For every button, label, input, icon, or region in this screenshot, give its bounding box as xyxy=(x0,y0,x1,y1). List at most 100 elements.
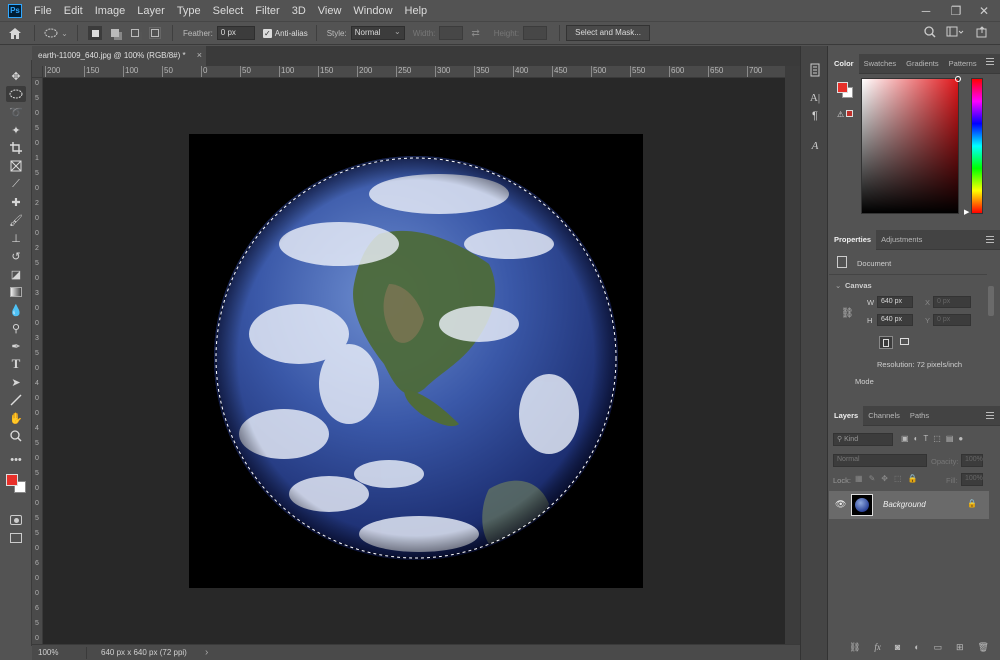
screen-mode[interactable] xyxy=(6,530,26,546)
canvas-collapse-icon[interactable]: ⌄ xyxy=(835,281,841,290)
landscape-orientation-button[interactable] xyxy=(897,336,911,349)
restore-button[interactable]: ❐ xyxy=(942,0,970,21)
canvas-height-input[interactable]: 640 px xyxy=(877,314,913,326)
add-to-selection-button[interactable] xyxy=(108,26,122,40)
document-canvas[interactable] xyxy=(189,134,643,588)
new-selection-button[interactable] xyxy=(88,26,102,40)
color-panel-menu[interactable] xyxy=(986,58,994,65)
menu-help[interactable]: Help xyxy=(399,5,434,17)
tab-layers[interactable]: Layers xyxy=(829,405,864,426)
home-button[interactable] xyxy=(0,27,30,40)
link-dimensions-icon[interactable]: ⛓ xyxy=(841,308,854,319)
visibility-eye-icon[interactable]: 👁 xyxy=(835,499,846,510)
adjustment-filter-icon[interactable]: ◐ xyxy=(914,434,919,443)
tab-patterns[interactable]: Patterns xyxy=(944,54,982,74)
menu-3d[interactable]: 3D xyxy=(286,5,312,17)
paragraph-panel-icon[interactable]: ¶ xyxy=(807,108,823,124)
delete-layer-icon[interactable]: 🗑 xyxy=(978,642,989,653)
elliptical-marquee-tool[interactable] xyxy=(6,86,26,102)
character-panel-icon[interactable]: A| xyxy=(807,90,823,106)
blur-tool[interactable]: 💧 xyxy=(6,302,26,318)
filter-toggle-icon[interactable]: ● xyxy=(958,434,963,443)
color-panel-swatches[interactable] xyxy=(837,82,853,98)
ruler-origin[interactable] xyxy=(32,66,43,78)
clone-stamp-tool[interactable]: ⊥ xyxy=(6,230,26,246)
canvas-width-input[interactable]: 640 px xyxy=(877,296,913,308)
gamut-warning-icon[interactable]: ⚠ xyxy=(837,110,854,119)
menu-type[interactable]: Type xyxy=(171,5,207,17)
pixel-filter-icon[interactable]: ▣ xyxy=(901,434,909,443)
search-button[interactable] xyxy=(924,26,936,41)
type-filter-icon[interactable]: T xyxy=(923,434,928,443)
line-tool[interactable] xyxy=(6,392,26,408)
layers-panel-menu[interactable] xyxy=(986,412,994,419)
properties-scrollbar[interactable] xyxy=(988,286,994,316)
layer-filter-kind[interactable]: ⚲ Kind xyxy=(833,433,893,446)
quick-mask[interactable] xyxy=(6,512,26,528)
foreground-color-swatch[interactable] xyxy=(6,474,18,486)
path-selection-tool[interactable]: ➤ xyxy=(6,374,26,390)
tool-preset-picker[interactable]: ⌄ xyxy=(39,28,73,38)
portrait-orientation-button[interactable] xyxy=(879,336,893,349)
menu-layer[interactable]: Layer xyxy=(131,5,171,17)
history-brush-tool[interactable]: ↺ xyxy=(6,248,26,264)
tab-adjustments[interactable]: Adjustments xyxy=(876,230,927,250)
share-button[interactable] xyxy=(976,26,988,41)
menu-filter[interactable]: Filter xyxy=(249,5,285,17)
history-panel-icon[interactable] xyxy=(807,62,823,78)
menu-file[interactable]: File xyxy=(28,5,58,17)
spot-healing-tool[interactable]: ✚ xyxy=(6,194,26,210)
canvas-workspace[interactable] xyxy=(43,78,785,646)
horizontal-ruler[interactable]: 200 150 100 50 0 50 100 150 200 250 300 350 400 450 50… xyxy=(43,66,785,78)
intersect-selection-button[interactable] xyxy=(148,26,162,40)
smart-object-filter-icon[interactable]: ▤ xyxy=(946,434,954,443)
menu-select[interactable]: Select xyxy=(207,5,250,17)
tab-paths[interactable]: Paths xyxy=(905,406,934,426)
color-picker-field[interactable] xyxy=(861,76,961,214)
glyphs-panel-icon[interactable]: A xyxy=(807,138,823,154)
minimize-button[interactable]: ─ xyxy=(912,0,940,21)
gradient-tool[interactable] xyxy=(6,284,26,300)
lasso-tool[interactable]: ➰ xyxy=(6,104,26,120)
document-tab[interactable]: earth-11009_640.jpg @ 100% (RGB/8#) * × xyxy=(32,46,206,66)
dodge-tool[interactable]: ⚲ xyxy=(6,320,26,336)
menu-edit[interactable]: Edit xyxy=(58,5,89,17)
hand-tool[interactable]: ✋ xyxy=(6,410,26,426)
lock-all-icon[interactable]: 🔒 xyxy=(908,474,918,483)
tab-gradients[interactable]: Gradients xyxy=(901,54,944,74)
magic-wand-tool[interactable]: ✦ xyxy=(6,122,26,138)
subtract-from-selection-button[interactable] xyxy=(128,26,142,40)
tab-properties[interactable]: Properties xyxy=(829,229,877,250)
menu-window[interactable]: Window xyxy=(347,5,398,17)
link-layers-icon[interactable]: ⛓ xyxy=(849,642,860,653)
eyedropper-tool[interactable]: ⟋ xyxy=(6,176,26,192)
hue-slider-marker[interactable]: ▶ xyxy=(964,208,969,216)
lock-position-icon[interactable]: ✥ xyxy=(881,474,888,483)
zoom-level[interactable]: 100% xyxy=(32,648,72,657)
lock-transparent-icon[interactable]: ▦ xyxy=(855,474,863,483)
menu-image[interactable]: Image xyxy=(89,5,132,17)
new-layer-icon[interactable]: ⊞ xyxy=(956,642,964,653)
eraser-tool[interactable]: ◪ xyxy=(6,266,26,282)
tab-color[interactable]: Color xyxy=(829,53,859,74)
foreground-background-colors[interactable] xyxy=(6,472,28,494)
crop-tool[interactable] xyxy=(6,140,26,156)
zoom-tool[interactable] xyxy=(6,428,26,444)
menu-view[interactable]: View xyxy=(312,5,348,17)
vertical-ruler[interactable]: 0 5 0 5 0 1 5 0 2 0 0 2 5 0 3 0 0 3 5 0 4 0 0 4 5 0 5 0 0 5 5 0 6 0 0 6 5 0 xyxy=(32,78,43,646)
feather-input[interactable]: 0 px xyxy=(216,26,255,40)
tab-swatches[interactable]: Swatches xyxy=(859,54,902,74)
move-tool[interactable]: ✥ xyxy=(6,68,26,84)
vertical-scrollbar[interactable] xyxy=(785,66,800,646)
lock-artboard-icon[interactable]: ⬚ xyxy=(894,474,902,483)
adjustment-layer-icon[interactable]: ◐ xyxy=(914,642,919,653)
lock-image-icon[interactable]: ✎ xyxy=(869,474,876,483)
close-window-button[interactable]: ✕ xyxy=(970,0,998,21)
edit-toolbar[interactable]: ••• xyxy=(6,452,26,468)
pen-tool[interactable]: ✒ xyxy=(6,338,26,354)
select-and-mask-button[interactable]: Select and Mask... xyxy=(566,25,650,41)
layer-style-icon[interactable]: fx xyxy=(874,642,881,653)
workspace-switcher[interactable] xyxy=(946,26,964,41)
shape-filter-icon[interactable]: ⬚ xyxy=(933,434,941,443)
style-select[interactable]: Normal ⌄ xyxy=(350,26,405,40)
